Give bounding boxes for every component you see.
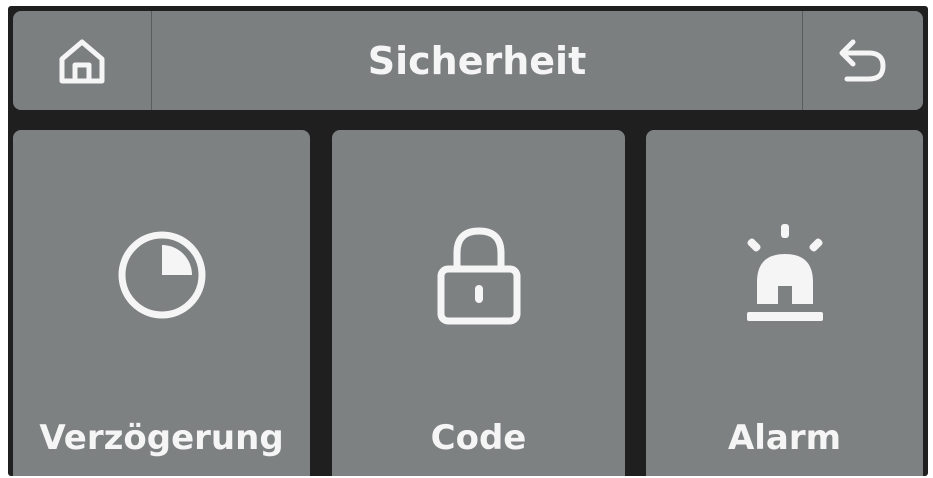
back-button[interactable]: [803, 11, 923, 110]
lock-icon: [332, 220, 625, 330]
tile-label: Alarm: [727, 418, 842, 458]
tile-label: Verzögerung: [39, 418, 284, 458]
tile-code[interactable]: Code: [332, 130, 625, 476]
home-button[interactable]: [13, 11, 151, 110]
tile-label: Code: [430, 418, 527, 458]
clock-delay-icon: [13, 220, 310, 330]
back-arrow-icon: [833, 35, 893, 87]
tile-delay[interactable]: Verzögerung: [13, 130, 310, 476]
header-bar: Sicherheit: [13, 11, 923, 110]
tile-alarm[interactable]: Alarm: [646, 130, 923, 476]
home-icon: [56, 35, 108, 87]
alarm-siren-icon: [646, 220, 923, 330]
page-title: Sicherheit: [367, 38, 587, 83]
device-screen: Sicherheit Verzögerung Code Alarm: [0, 0, 933, 478]
